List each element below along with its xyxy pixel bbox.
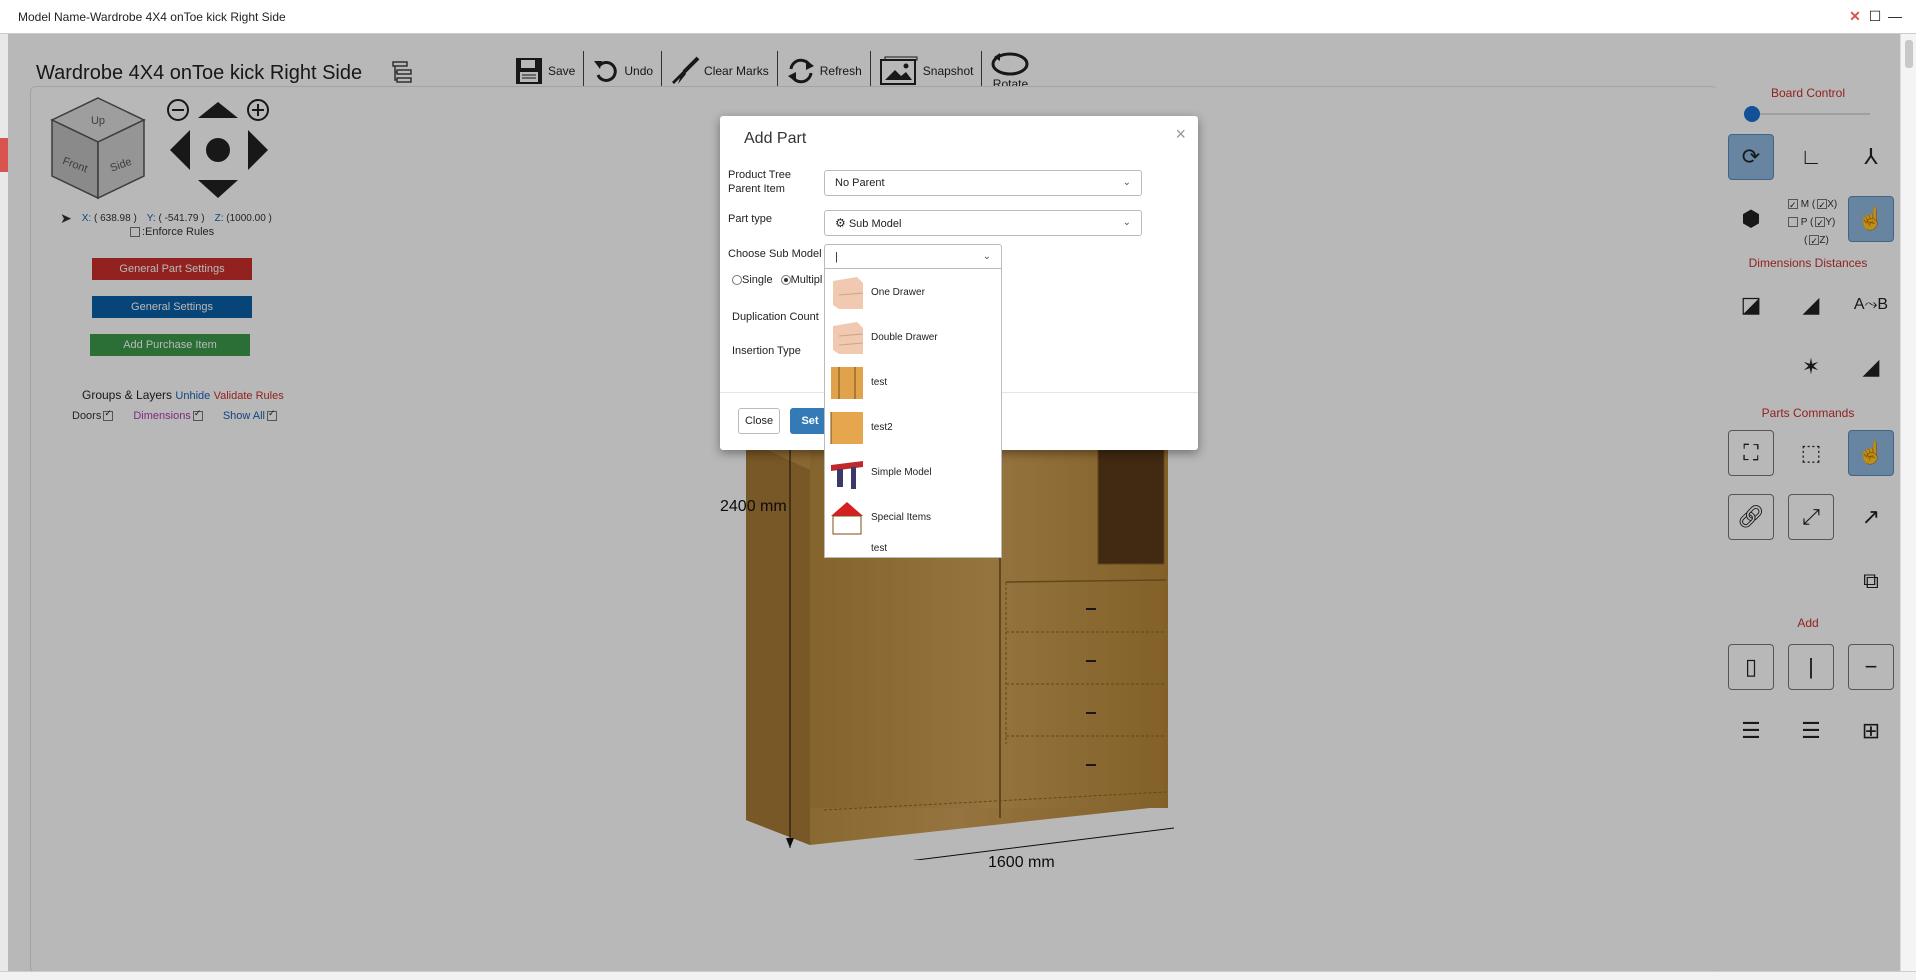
single-radio-option[interactable]: Single	[732, 274, 773, 286]
duplication-count-label: Duplication Count	[732, 311, 819, 323]
list-item[interactable]: Special Items	[825, 496, 1001, 540]
part-type-label: Part type	[728, 213, 773, 225]
wood-panel-thumbnail	[831, 367, 863, 399]
chevron-down-icon: ⌄	[1122, 177, 1131, 188]
parent-item-value: No Parent	[835, 177, 885, 189]
item-label: Double Drawer	[871, 332, 938, 343]
maximize-icon[interactable]: ☐	[1868, 8, 1882, 24]
multiple-radio[interactable]	[780, 275, 791, 286]
scrollbar-thumb[interactable]	[1905, 40, 1913, 68]
vertical-scrollbar[interactable]	[1900, 34, 1916, 971]
list-item[interactable]: test2	[825, 406, 1001, 450]
choose-sub-model-label: Choose Sub Model	[728, 248, 822, 260]
minimize-icon[interactable]: —	[1888, 8, 1902, 24]
insertion-type-label: Insertion Type	[732, 345, 801, 357]
multiple-radio-option[interactable]: Multipl	[780, 274, 823, 286]
house-thumbnail	[831, 502, 863, 535]
part-type-value: Sub Model	[848, 218, 902, 230]
dialog-close-icon[interactable]: ×	[1175, 124, 1186, 145]
left-edge-strip	[0, 34, 8, 971]
close-window-icon[interactable]: ✕	[1848, 8, 1862, 24]
gears-icon: ⚙	[835, 216, 846, 230]
item-label: One Drawer	[871, 287, 925, 298]
parent-item-select[interactable]: No Parent ⌄	[824, 170, 1142, 196]
drawer-thumbnail	[833, 277, 864, 309]
item-label: Special Items	[871, 512, 932, 523]
item-label: test	[871, 543, 888, 554]
window-title: Model Name-Wardrobe 4X4 onToe kick Right…	[18, 10, 286, 24]
table-thumbnail	[831, 461, 863, 489]
list-item[interactable]: test	[825, 361, 1001, 405]
chevron-down-icon: ⌄	[1122, 217, 1131, 228]
window-controls: ✕ ☐ —	[1848, 8, 1902, 24]
list-item[interactable]: Double Drawer	[825, 316, 1001, 360]
item-label: test	[871, 377, 888, 388]
part-type-select[interactable]: ⚙ Sub Model ⌄	[824, 210, 1142, 236]
list-item[interactable]: test	[825, 541, 1001, 557]
wood-board-thumbnail	[830, 412, 863, 444]
double-drawer-thumbnail	[833, 322, 864, 354]
close-button[interactable]: Close	[738, 408, 780, 434]
item-label: Simple Model	[871, 467, 932, 478]
list-item[interactable]: Simple Model	[825, 451, 1001, 495]
list-item[interactable]: One Drawer	[825, 271, 1001, 315]
chevron-down-icon: ⌄	[982, 251, 991, 262]
single-label: Single	[742, 274, 773, 286]
edge-accent	[0, 138, 8, 172]
multiple-label: Multipl	[790, 274, 823, 286]
sub-model-dropdown-list: One Drawer Double Drawer test test2 Simp…	[824, 268, 1002, 558]
item-label: test2	[871, 422, 893, 433]
parent-item-label: Product Tree Parent Item	[728, 169, 791, 195]
insertion-mode-radios: Single Multipl	[732, 274, 822, 286]
choose-sub-model-value: |	[835, 251, 838, 263]
single-radio[interactable]	[732, 275, 742, 286]
choose-sub-model-select[interactable]: | ⌄	[824, 244, 1002, 270]
dialog-title: Add Part	[744, 130, 807, 147]
window-titlebar: Model Name-Wardrobe 4X4 onToe kick Right…	[0, 0, 1916, 34]
